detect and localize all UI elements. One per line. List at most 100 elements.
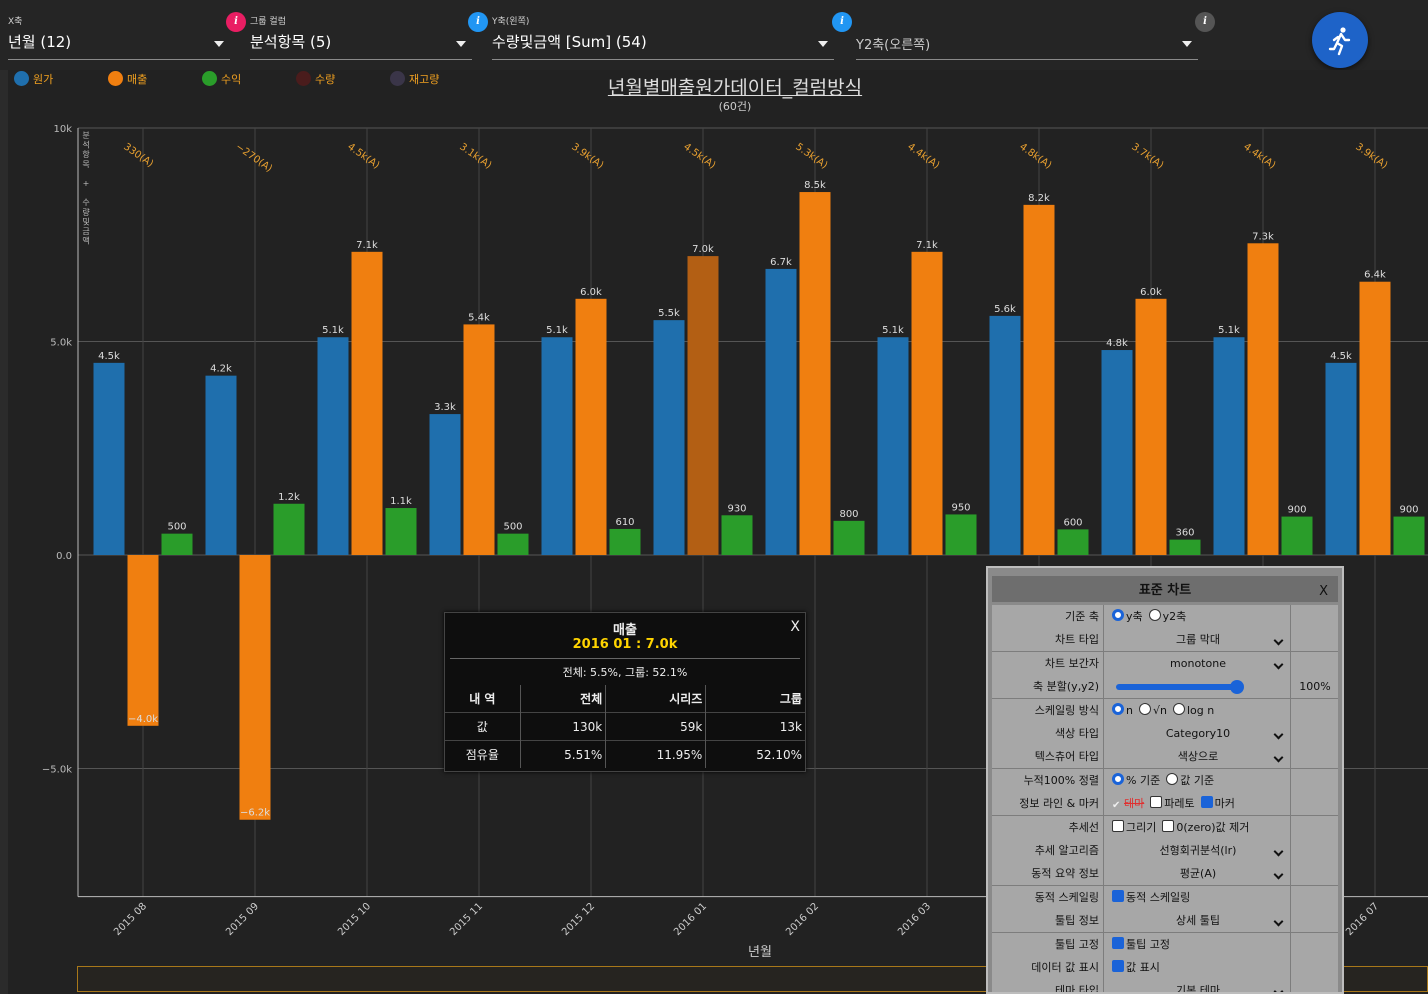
checkbox[interactable] [1112, 819, 1124, 832]
bar[interactable] [1169, 539, 1201, 555]
bar[interactable] [575, 298, 607, 555]
bar[interactable] [317, 337, 349, 555]
settings-row: 차트 보간자 monotone [992, 651, 1338, 676]
y-axis-title: 금 [82, 227, 89, 236]
radio-button[interactable] [1138, 702, 1151, 715]
settings-radio-group[interactable]: n √n log n [1106, 699, 1290, 722]
bar[interactable] [463, 324, 495, 555]
bar[interactable] [1247, 243, 1279, 556]
table-cell: 값 [445, 712, 521, 741]
y-axis-title: 석 [82, 140, 89, 150]
checkbox[interactable] [1112, 936, 1124, 949]
settings-row-extra [1290, 722, 1339, 745]
radio-label: y2축 [1162, 610, 1187, 623]
settings-row-extra [1290, 885, 1339, 909]
slider-handle[interactable] [1230, 680, 1244, 695]
bar[interactable] [161, 533, 193, 555]
bar[interactable] [1135, 298, 1167, 555]
bar[interactable] [1325, 362, 1357, 555]
bar[interactable] [799, 192, 831, 556]
bar[interactable] [273, 503, 305, 555]
settings-select[interactable]: 선형회귀분석(lr) [1106, 839, 1290, 862]
panel-close-button[interactable]: X [1319, 584, 1328, 599]
settings-row: 축 분할(y,y2) 100% [992, 675, 1339, 700]
settings-row-extra [1290, 628, 1339, 652]
bar[interactable] [1213, 337, 1245, 555]
bar[interactable] [205, 375, 237, 555]
bar[interactable] [1281, 516, 1313, 555]
settings-checkbox-group[interactable]: 값 표시 [1106, 956, 1290, 979]
data-label: 900 [1287, 505, 1306, 516]
bar[interactable] [687, 256, 719, 555]
settings-row: 차트 타입 그룹 막대 [992, 628, 1339, 653]
settings-checkbox-group[interactable]: 동적 스케일링 [1106, 886, 1290, 909]
data-label: 6.0k [1140, 287, 1162, 298]
bar[interactable] [989, 315, 1021, 555]
bar[interactable] [945, 514, 977, 555]
settings-row-extra [1290, 792, 1339, 816]
bar[interactable] [833, 520, 865, 555]
annotation-label: 5.3k(A) [793, 141, 829, 171]
settings-row: 정보 라인 & 마커 ✔ 테마 파레토 마커 [992, 792, 1339, 817]
bar[interactable] [497, 533, 529, 555]
annotation-label: −270(A) [233, 141, 274, 174]
bar[interactable] [429, 414, 461, 555]
bar[interactable] [127, 555, 159, 726]
data-label: 500 [503, 522, 522, 533]
settings-checkbox-group[interactable]: ✔ 테마 파레토 마커 [1106, 792, 1290, 815]
data-label: 8.2k [1028, 193, 1050, 204]
settings-select[interactable]: 평균(A) [1106, 862, 1290, 885]
radio-button[interactable] [1112, 609, 1124, 621]
bar[interactable] [239, 555, 271, 820]
bar[interactable] [911, 251, 943, 555]
data-label: 6.7k [770, 257, 792, 268]
y-axis-title: 및 [82, 216, 89, 226]
settings-select[interactable]: monotone [1106, 652, 1290, 675]
bar[interactable] [609, 528, 641, 555]
radio-button[interactable] [1166, 772, 1179, 785]
radio-button[interactable] [1148, 609, 1161, 621]
data-label: 5.6k [994, 304, 1016, 315]
bar[interactable] [1057, 529, 1089, 555]
settings-radio-group[interactable]: % 기준 값 기준 [1106, 769, 1290, 792]
data-label: 6.0k [580, 287, 602, 298]
radio-button[interactable] [1172, 702, 1185, 715]
settings-select[interactable]: 색상으로 [1106, 745, 1290, 768]
checkbox[interactable] [1112, 889, 1124, 902]
checkbox[interactable] [1200, 796, 1213, 809]
bar[interactable] [721, 515, 753, 555]
annotation-label: 4.5k(A) [681, 141, 717, 171]
checkbox[interactable] [1112, 960, 1124, 972]
settings-select[interactable]: 상세 툴팁 [1106, 909, 1290, 932]
settings-checkbox-group[interactable]: 그리기 0(zero)값 제거 [1106, 816, 1290, 839]
bar[interactable] [1359, 281, 1391, 555]
settings-row-extra: 100% [1290, 675, 1339, 699]
checkbox[interactable] [1162, 819, 1175, 832]
radio-button[interactable] [1112, 772, 1124, 785]
settings-select[interactable]: 그룹 막대 [1106, 628, 1290, 651]
settings-select[interactable]: 기본 테마 [1106, 979, 1290, 992]
bar[interactable] [653, 320, 685, 555]
bar[interactable] [1101, 350, 1133, 555]
bar[interactable] [351, 251, 383, 555]
settings-select[interactable]: Category10 [1106, 722, 1290, 745]
annotation-label: 3.7k(A) [1129, 141, 1165, 171]
checkbox[interactable] [1150, 796, 1163, 809]
checkbox[interactable]: ✔ [1112, 794, 1122, 811]
bar[interactable] [541, 337, 573, 555]
radio-button[interactable] [1112, 702, 1124, 715]
tooltip-close-button[interactable]: X [790, 619, 800, 635]
checkbox-label: 0(zero)값 제거 [1176, 820, 1250, 834]
settings-checkbox-group[interactable]: 툴팁 고정 [1106, 933, 1290, 956]
split-slider[interactable] [1106, 675, 1290, 698]
bar[interactable] [765, 268, 797, 555]
settings-row-label: 차트 타입 [992, 628, 1104, 652]
bar[interactable] [93, 362, 125, 555]
bar[interactable] [1393, 516, 1425, 555]
bar[interactable] [385, 508, 417, 555]
bar[interactable] [877, 337, 909, 555]
data-label: 5.1k [882, 325, 904, 336]
y-tick-label: −5.0k [42, 765, 72, 776]
settings-radio-group[interactable]: y축 y2축 [1106, 605, 1290, 628]
bar[interactable] [1023, 204, 1055, 556]
